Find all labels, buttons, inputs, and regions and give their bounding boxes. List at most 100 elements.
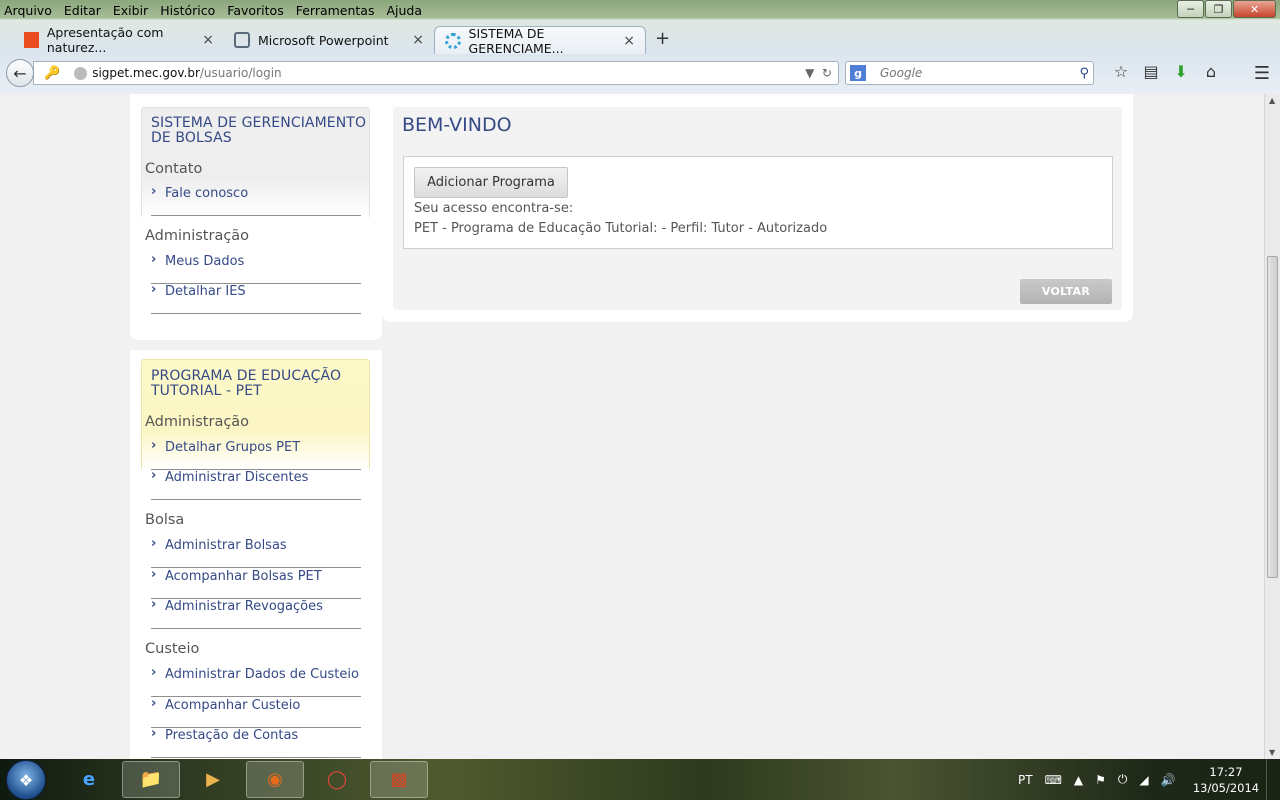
- chevron-right-icon: ›: [151, 252, 157, 267]
- url-bar[interactable]: 🔑 sigpet.mec.gov.br/usuario/login ▼ ↻: [33, 61, 839, 85]
- sidebar-item-detalhar-grupos-pet[interactable]: › Detalhar Grupos PET: [151, 438, 361, 470]
- reload-icon[interactable]: ▼ ↻: [805, 66, 832, 80]
- network-signal-icon[interactable]: ◢: [1139, 773, 1148, 787]
- url-text[interactable]: sigpet.mec.gov.br/usuario/login: [92, 66, 281, 80]
- back-button-voltar[interactable]: VOLTAR: [1020, 279, 1112, 304]
- loading-icon: [445, 32, 461, 49]
- ie-icon[interactable]: e: [60, 761, 118, 798]
- search-input[interactable]: Google: [880, 66, 922, 80]
- sidebar-item-administrar-dados-custeio[interactable]: › Administrar Dados de Custeio: [151, 665, 361, 697]
- chevron-right-icon: ›: [151, 184, 157, 199]
- menu-ferramentas[interactable]: Ferramentas: [296, 3, 375, 18]
- tab-powerpoint[interactable]: Microsoft Powerpoint ×: [224, 26, 434, 54]
- window-controls: ─ ❐ ✕: [1176, 0, 1276, 18]
- page-title: BEM-VINDO: [402, 114, 512, 136]
- toolbar-icons: ☆ ▤ ⬇ ⌂: [1106, 62, 1226, 81]
- system-tray: PT ⌨ ▲ ⚑ ⏻ ◢ 🔊: [1018, 759, 1188, 800]
- group-administracao: Administração: [145, 228, 250, 244]
- scroll-up-icon[interactable]: ▲: [1269, 96, 1275, 105]
- menu-editar[interactable]: Editar: [64, 3, 101, 18]
- menu-exibir[interactable]: Exibir: [113, 3, 148, 18]
- show-desktop-button[interactable]: [1266, 759, 1280, 800]
- network-icon: [234, 32, 250, 48]
- start-button[interactable]: ❖: [6, 760, 46, 800]
- close-icon[interactable]: ×: [412, 32, 424, 48]
- bookmarks-list-icon[interactable]: ▤: [1136, 62, 1166, 81]
- close-window-button[interactable]: ✕: [1233, 0, 1276, 18]
- menu-historico[interactable]: Histórico: [160, 3, 215, 18]
- sidebar-item-administrar-bolsas[interactable]: › Administrar Bolsas: [151, 536, 361, 568]
- scrollbar-thumb[interactable]: [1267, 256, 1278, 578]
- sidebar-item-detalhar-ies[interactable]: › Detalhar IES: [151, 282, 361, 314]
- group-contato: Contato: [145, 161, 203, 177]
- welcome-content: Adicionar Programa Seu acesso encontra-s…: [403, 156, 1113, 249]
- menu-ajuda[interactable]: Ajuda: [386, 3, 422, 18]
- search-bar[interactable]: g Google ⚲: [845, 61, 1094, 85]
- show-hidden-icons-icon[interactable]: ▲: [1074, 773, 1083, 787]
- tab-sistema[interactable]: SISTEMA DE GERENCIAME... ×: [434, 25, 646, 56]
- close-icon[interactable]: ×: [623, 33, 635, 49]
- media-player-icon[interactable]: ▶: [184, 761, 242, 798]
- sidebar-pet-title: PROGRAMA DE EDUCAÇÃO TUTORIAL - PET: [151, 368, 342, 399]
- chevron-right-icon: ›: [151, 282, 157, 297]
- sidebar-pet: PROGRAMA DE EDUCAÇÃO TUTORIAL - PET Admi…: [130, 350, 382, 759]
- browser-chrome: Arquivo Editar Exibir Histórico Favorito…: [0, 0, 1280, 94]
- google-icon[interactable]: g: [850, 65, 866, 81]
- tab-bar: Apresentação com naturez... × Microsoft …: [0, 22, 1280, 56]
- download-icon[interactable]: ⬇: [1166, 62, 1196, 81]
- chevron-right-icon: ›: [151, 665, 157, 680]
- firefox-icon[interactable]: ◉: [246, 761, 304, 798]
- flag-icon[interactable]: ⚑: [1095, 773, 1106, 787]
- language-indicator[interactable]: PT: [1018, 773, 1033, 787]
- restore-button[interactable]: ❐: [1205, 0, 1232, 18]
- tab-label: Apresentação com naturez...: [46, 25, 164, 55]
- chevron-right-icon: ›: [151, 726, 157, 741]
- clock[interactable]: 17:27 13/05/2014: [1190, 764, 1262, 796]
- chevron-right-icon: ›: [151, 567, 157, 582]
- chevron-right-icon: ›: [151, 438, 157, 453]
- chevron-right-icon: ›: [151, 597, 157, 612]
- minimize-button[interactable]: ─: [1177, 0, 1204, 18]
- sidebar-item-prestacao-contas[interactable]: › Prestação de Contas: [151, 726, 361, 758]
- back-button[interactable]: ←: [6, 59, 34, 87]
- chrome-icon[interactable]: ◯: [308, 761, 366, 798]
- bookmark-star-icon[interactable]: ☆: [1106, 62, 1136, 81]
- vertical-scrollbar[interactable]: ▲ ▼: [1264, 94, 1280, 759]
- search-icon[interactable]: ⚲: [1079, 66, 1089, 81]
- explorer-icon[interactable]: 📁: [122, 761, 180, 798]
- main-panel: BEM-VINDO Adicionar Programa Seu acesso …: [382, 94, 1133, 322]
- page-content: SISTEMA DE GERENCIAMENTO DE BOLSAS Conta…: [0, 94, 1264, 759]
- scroll-down-icon[interactable]: ▼: [1269, 748, 1275, 757]
- menu-bar: Arquivo Editar Exibir Histórico Favorito…: [0, 0, 1280, 20]
- keyboard-icon[interactable]: ⌨: [1045, 773, 1062, 787]
- add-program-button[interactable]: Adicionar Programa: [414, 167, 568, 198]
- clock-time: 17:27: [1209, 765, 1243, 779]
- power-icon[interactable]: ⏻: [1118, 772, 1128, 787]
- sidebar-item-administrar-discentes[interactable]: › Administrar Discentes: [151, 468, 361, 500]
- sidebar-item-fale-conosco[interactable]: › Fale conosco: [151, 184, 361, 216]
- close-icon[interactable]: ×: [202, 32, 214, 48]
- group-administracao-pet: Administração: [145, 414, 250, 430]
- group-bolsa: Bolsa: [145, 512, 185, 528]
- sidebar-item-meus-dados[interactable]: › Meus Dados: [151, 252, 361, 284]
- powerpoint-icon[interactable]: ▩: [370, 761, 428, 798]
- menu-favoritos[interactable]: Favoritos: [227, 3, 283, 18]
- navigation-bar: 🔑 sigpet.mec.gov.br/usuario/login ▼ ↻ ← …: [0, 58, 1280, 88]
- volume-icon[interactable]: 🔊: [1161, 773, 1176, 787]
- sidebar-system: SISTEMA DE GERENCIAMENTO DE BOLSAS Conta…: [130, 94, 382, 340]
- new-tab-button[interactable]: +: [655, 28, 670, 49]
- menu-arquivo[interactable]: Arquivo: [4, 3, 52, 18]
- sidebar-item-administrar-revogacoes[interactable]: › Administrar Revogações: [151, 597, 361, 629]
- key-icon[interactable]: 🔑: [44, 66, 60, 81]
- chevron-right-icon: ›: [151, 536, 157, 551]
- globe-icon: [74, 66, 88, 80]
- access-label: Seu acesso encontra-se:: [414, 201, 574, 216]
- taskbar: ❖ e 📁 ▶ ◉ ◯ ▩ PT ⌨ ▲ ⚑ ⏻ ◢ 🔊 17:27 13/05…: [0, 759, 1280, 800]
- menu-hamburger-icon[interactable]: ☰: [1254, 63, 1270, 84]
- home-icon[interactable]: ⌂: [1196, 62, 1226, 81]
- sidebar-item-acompanhar-bolsas-pet[interactable]: › Acompanhar Bolsas PET: [151, 567, 361, 599]
- tab-label: Microsoft Powerpoint: [258, 32, 389, 48]
- sidebar-item-acompanhar-custeio[interactable]: › Acompanhar Custeio: [151, 696, 361, 728]
- tab-apresentacao[interactable]: Apresentação com naturez... ×: [14, 25, 224, 55]
- tab-label: SISTEMA DE GERENCIAME...: [468, 25, 564, 56]
